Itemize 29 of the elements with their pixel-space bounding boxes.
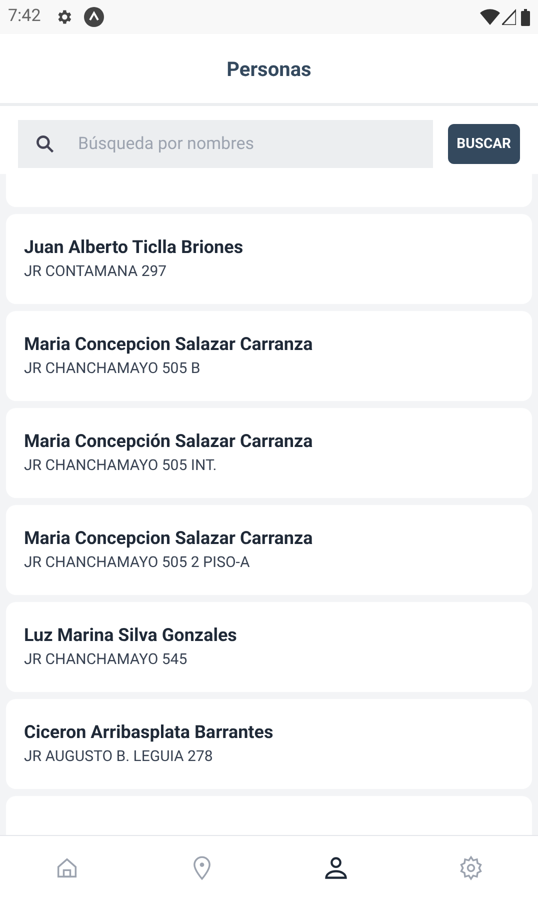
person-address: JR AUGUSTO B. LEGUIA 278 (24, 746, 214, 767)
wifi-icon (480, 9, 500, 25)
app-icon (84, 7, 104, 27)
person-address: JR CHANCHAMAYO 545 (24, 649, 188, 670)
person-name: Juan Alberto Ticlla Briones (24, 236, 244, 260)
person-name: Luz Marina Silva Gonzales (24, 624, 238, 648)
person-address: JR CHANCHAMAYO 505 INT. (24, 455, 218, 476)
person-address: JR CHANCHAMAYO 505 B (24, 358, 202, 379)
battery-icon (521, 8, 530, 26)
person-card[interactable]: Maria Concepcion Salazar Carranza JR CHANCHAMAYO 505 2 PISO-A (6, 505, 532, 595)
search-button[interactable]: BUSCAR (448, 124, 520, 164)
person-name: Ciceron Arribasplata Barrantes (24, 721, 274, 745)
person-name: Maria Concepcion Salazar Carranza (24, 527, 314, 551)
person-card[interactable]: Maria Concepción Salazar Carranza JR CHANCHAMAYO 505 INT. (6, 408, 532, 498)
search-icon (34, 133, 56, 155)
person-card[interactable]: Ciceron Arribasplata Barrantes JR AUGUSTO B. LEGUIA 278 (6, 699, 532, 789)
person-address: JR CHANCHAMAYO 505 2 PISO-A (24, 552, 251, 573)
person-card[interactable]: Juan Alberto Ticlla Briones JR CONTAMANA 297 (6, 214, 532, 304)
settings-icon (458, 855, 484, 881)
person-name: Maria Concepcion Salazar Carranza (24, 333, 314, 357)
page-title: Personas (226, 56, 312, 82)
person-name: Maria Concepción Salazar Carranza (24, 430, 314, 454)
person-icon (323, 855, 350, 881)
person-card[interactable]: Maria Concepcion Salazar Carranza JR CHANCHAMAYO 505 B (6, 311, 532, 401)
status-time: 7:42 (8, 5, 41, 28)
signal-icon (502, 9, 516, 25)
person-address: JR CONTAMANA 297 (24, 261, 168, 282)
person-card[interactable]: Luz Marina Silva Gonzales JR CHANCHAMAYO 545 (6, 602, 532, 692)
search-field[interactable]: Búsqueda por nombres (18, 120, 433, 168)
